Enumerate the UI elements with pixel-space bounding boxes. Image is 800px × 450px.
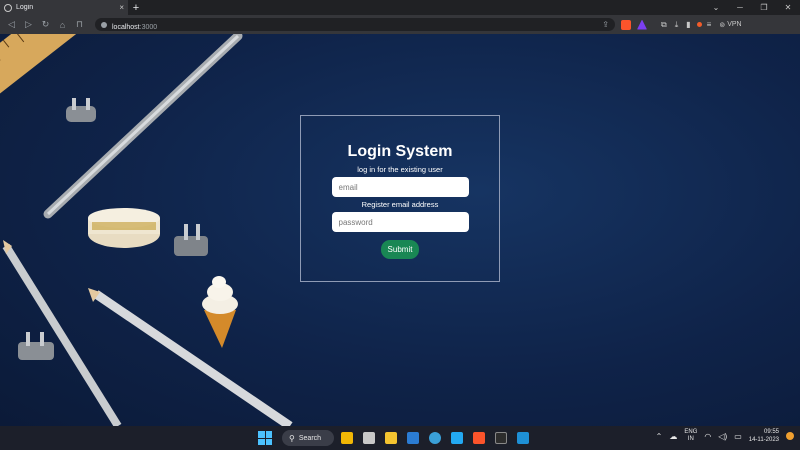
address-bar[interactable]: localhost:3000 ⇪ xyxy=(95,18,615,31)
binder-clip-image xyxy=(66,98,96,122)
vpn-button[interactable]: ⊚ VPN xyxy=(719,21,741,29)
brave-shields-icon[interactable] xyxy=(621,19,631,30)
page-title: Login System xyxy=(347,143,453,160)
toolbar-actions: ⧉ ⤓ ▮ ≡ ⊚ VPN xyxy=(661,20,742,30)
silver-pen-image xyxy=(43,34,243,219)
tab-strip: Login × + ⌄ ─ ❐ ✕ xyxy=(0,0,800,15)
taskbar-center: ⚲ Search xyxy=(258,429,532,447)
globe-icon xyxy=(4,3,12,12)
ruler-image xyxy=(0,34,135,106)
azure-data-app-icon[interactable] xyxy=(514,429,532,447)
extensions-icon[interactable]: ⧉ xyxy=(661,20,667,30)
system-tray: ⌃ ☁ ENG IN ◠ ◁) ▭ 09:55 14-11-2023 xyxy=(656,428,794,444)
brave-app-icon[interactable] xyxy=(470,429,488,447)
pencil-image xyxy=(2,240,122,426)
search-label: Search xyxy=(298,434,322,442)
site-info-icon[interactable] xyxy=(101,21,107,28)
windows-start-icon[interactable] xyxy=(258,431,272,445)
search-icon: ⚲ xyxy=(289,433,295,443)
taskbar: ⚲ Search ⌃ ☁ ENG IN ◠ ◁) ▭ 09:55 14-11-202… xyxy=(0,426,800,450)
email-field[interactable] xyxy=(331,177,469,197)
login-subtitle: log in for the existing user xyxy=(357,165,443,174)
clock[interactable]: 09:55 14-11-2023 xyxy=(749,428,779,444)
binder-clip-image xyxy=(18,332,54,360)
explorer-app-icon[interactable] xyxy=(382,429,400,447)
edge-app-icon[interactable] xyxy=(426,429,444,447)
battery-icon[interactable]: ▭ xyxy=(734,432,742,441)
pencil-image xyxy=(88,288,293,426)
bookmark-icon[interactable]: ⊓ xyxy=(74,19,85,30)
email-hint: Register email address xyxy=(361,200,439,209)
language-indicator[interactable]: ENG IN xyxy=(684,429,697,443)
wifi-icon[interactable]: ◠ xyxy=(704,432,711,441)
tab-search-icon[interactable]: ⌄ xyxy=(704,3,728,12)
forward-icon[interactable]: ▷ xyxy=(23,19,34,30)
tab-login[interactable]: Login × xyxy=(0,0,128,15)
password-field[interactable] xyxy=(331,212,469,232)
new-tab-button[interactable]: + xyxy=(128,0,144,15)
submit-button[interactable]: Submit xyxy=(380,240,420,259)
file-manager-app-icon[interactable] xyxy=(360,429,378,447)
weather-icon[interactable]: ☁ xyxy=(669,432,677,441)
tab-title: Login xyxy=(16,4,34,11)
back-icon[interactable]: ◁ xyxy=(6,19,17,30)
tab-close-icon[interactable]: × xyxy=(119,3,124,12)
home-icon[interactable]: ⌂ xyxy=(57,20,68,30)
maximize-button[interactable]: ❐ xyxy=(752,3,776,12)
widgets-app-icon[interactable] xyxy=(338,429,356,447)
taskbar-search[interactable]: ⚲ Search xyxy=(282,430,334,446)
window-controls: ⌄ ─ ❐ ✕ xyxy=(704,0,800,15)
vpn-icon: ⊚ xyxy=(719,21,726,29)
volume-icon[interactable]: ◁) xyxy=(718,432,727,441)
url-text: localhost:3000 xyxy=(112,23,158,31)
chevron-up-icon[interactable]: ⌃ xyxy=(656,432,663,441)
menu-icon[interactable]: ≡ xyxy=(707,20,712,29)
store-app-icon[interactable] xyxy=(404,429,422,447)
share-icon[interactable]: ⇪ xyxy=(602,20,609,29)
close-window-button[interactable]: ✕ xyxy=(776,3,800,12)
vscode-app-icon[interactable] xyxy=(448,429,466,447)
binder-clip-image xyxy=(174,224,208,256)
ice-cream-eraser-image xyxy=(202,276,238,348)
download-icon[interactable]: ⤓ xyxy=(675,20,679,30)
minimize-button[interactable]: ─ xyxy=(728,3,752,12)
reload-icon[interactable]: ↻ xyxy=(40,19,51,30)
brave-rewards-icon[interactable] xyxy=(637,19,647,30)
terminal-app-icon[interactable] xyxy=(492,429,510,447)
washi-tape-image xyxy=(88,208,160,248)
page-content: Login System log in for the existing use… xyxy=(0,34,800,426)
browser-toolbar: ◁ ▷ ↻ ⌂ ⊓ localhost:3000 ⇪ ⧉ ⤓ ▮ ≡ ⊚ VPN xyxy=(0,15,800,34)
login-form: Login System log in for the existing use… xyxy=(300,115,500,282)
notification-icon[interactable] xyxy=(786,432,794,440)
sidebar-icon[interactable]: ▮ xyxy=(686,20,690,29)
